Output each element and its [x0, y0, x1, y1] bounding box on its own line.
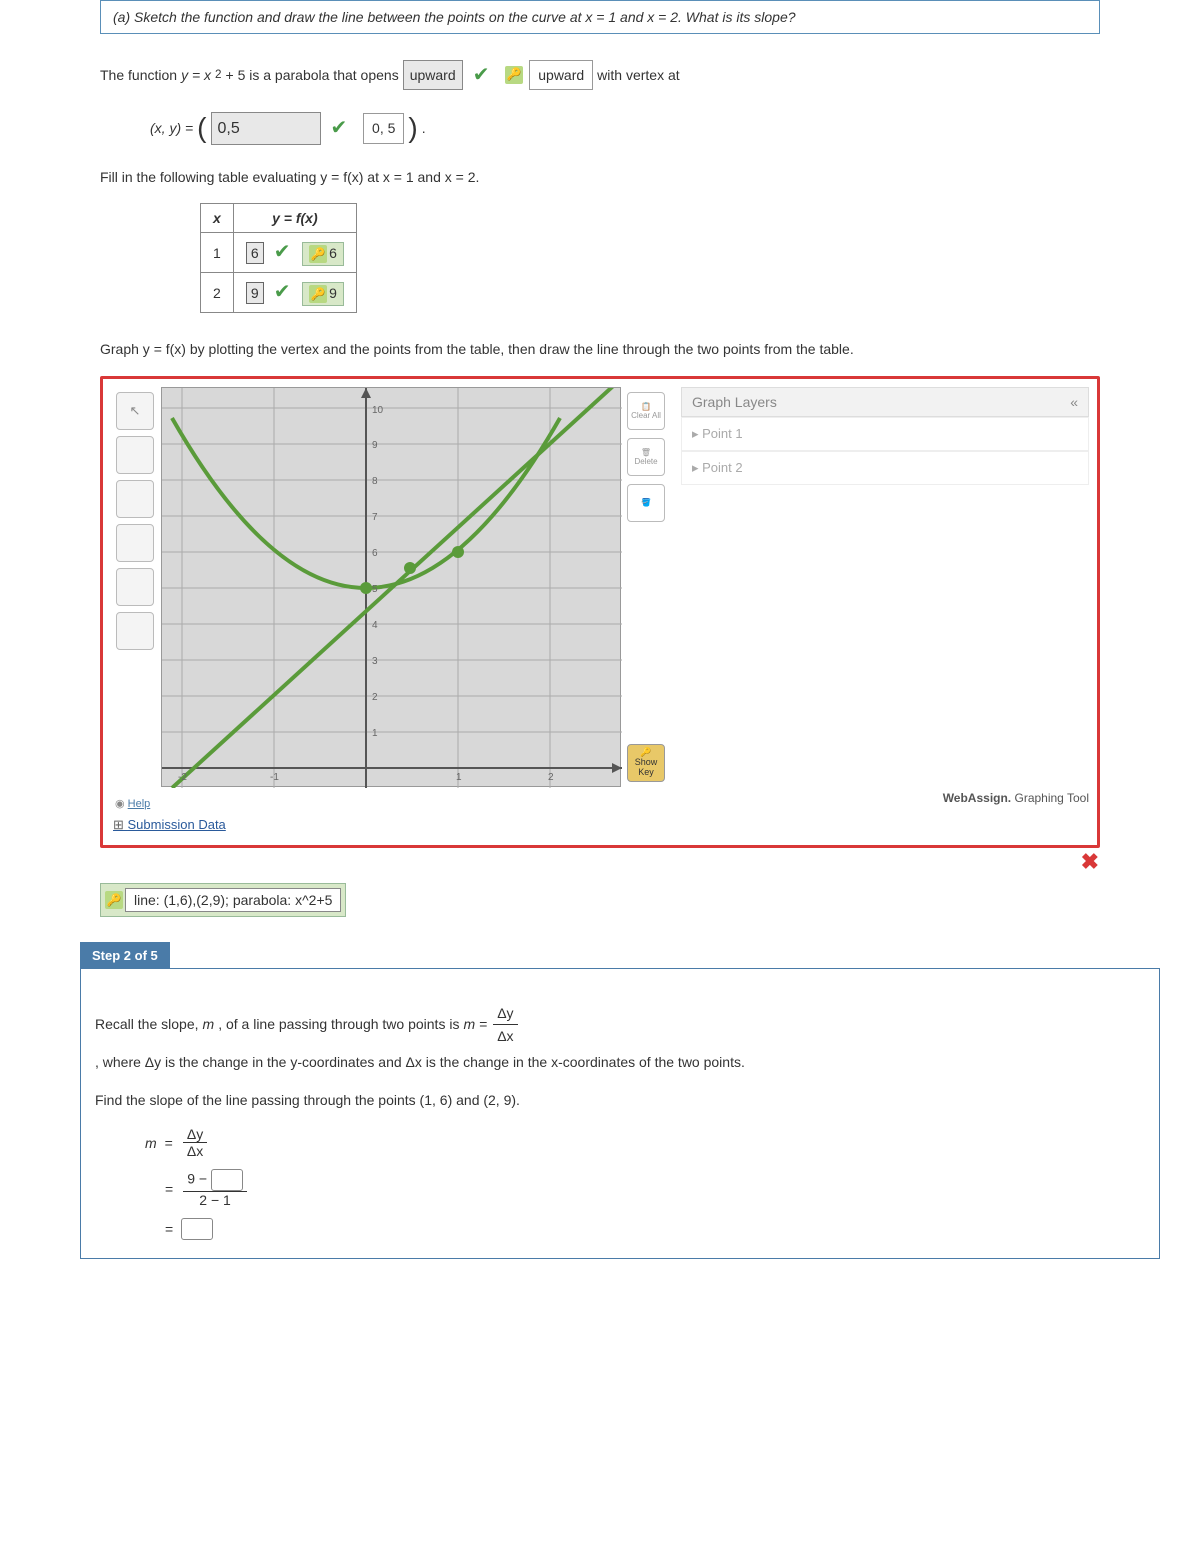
- side-tools: 📋Clear All 🗑Delete 🪣 🔑Show Key: [621, 387, 671, 787]
- svg-text:9: 9: [372, 440, 378, 451]
- th-y: y = f(x): [233, 204, 356, 233]
- graph-answer-text: line: (1,6),(2,9); parabola: x^2+5: [125, 888, 341, 912]
- check-icon: ✔: [274, 239, 291, 264]
- pointer-tool[interactable]: ↖: [116, 392, 154, 430]
- graph-toolbar: ↖: [111, 387, 161, 787]
- table-row: 1 6 ✔ 🔑6: [201, 233, 357, 273]
- svg-text:7: 7: [372, 512, 378, 523]
- key-icon: 🔑: [309, 245, 327, 263]
- step2-line2: Find the slope of the line passing throu…: [95, 1089, 1145, 1111]
- tool-btn[interactable]: [116, 524, 154, 562]
- question-a-text: (a) Sketch the function and draw the lin…: [113, 9, 796, 25]
- layers-header: Graph Layers «: [681, 387, 1089, 417]
- graph-layers-panel: Graph Layers « Point 1 Point 2: [681, 387, 1089, 787]
- svg-text:2: 2: [372, 692, 378, 703]
- slope-eq-2: = 9 − 2 − 1: [145, 1169, 1145, 1208]
- layer-point-2[interactable]: Point 2: [681, 451, 1089, 485]
- svg-text:-1: -1: [270, 772, 279, 783]
- tool-btn[interactable]: [116, 480, 154, 518]
- show-key-button[interactable]: 🔑Show Key: [627, 744, 665, 782]
- collapse-icon[interactable]: «: [1070, 394, 1078, 410]
- vertex-input[interactable]: 0,5: [211, 112, 321, 146]
- step-header: Step 2 of 5: [80, 942, 170, 969]
- layer-point-1[interactable]: Point 1: [681, 417, 1089, 451]
- key-icon: 🔑: [309, 285, 327, 303]
- graph-canvas[interactable]: 10 9 8 7 6 5 4 3 2 1 -2 -1 1 2: [161, 387, 621, 787]
- svg-text:1: 1: [456, 772, 462, 783]
- svg-text:4: 4: [372, 620, 378, 631]
- func-sq: 2: [215, 66, 221, 85]
- cell-answer-2: 🔑9: [302, 282, 344, 306]
- vertex-end: .: [422, 117, 426, 139]
- key-icon: 🔑: [505, 66, 523, 84]
- tool-btn[interactable]: [116, 612, 154, 650]
- svg-text:10: 10: [372, 405, 384, 416]
- graph-answer-row: 🔑 line: (1,6),(2,9); parabola: x^2+5: [100, 883, 1100, 917]
- svg-text:5: 5: [372, 584, 378, 595]
- fill-table-text: Fill in the following table evaluating y…: [100, 166, 1100, 188]
- check-icon: ✔: [331, 112, 348, 144]
- check-icon: ✔: [473, 59, 490, 91]
- direction-answer: upward: [529, 60, 593, 90]
- table-row: 2 9 ✔ 🔑9: [201, 273, 357, 313]
- eval-table: x y = f(x) 1 6 ✔ 🔑6 2 9 ✔ 🔑9: [200, 203, 357, 313]
- svg-text:1: 1: [372, 728, 378, 739]
- svg-text:6: 6: [372, 548, 378, 559]
- func-pre: The function: [100, 64, 177, 86]
- check-icon: ✔: [274, 279, 291, 304]
- graph-svg: 10 9 8 7 6 5 4 3 2 1 -2 -1 1 2: [162, 388, 622, 788]
- graph-footer: WebAssign. Graphing Tool: [111, 787, 1089, 805]
- submission-data-link[interactable]: Submission Data: [113, 817, 226, 833]
- svg-text:2: 2: [548, 772, 554, 783]
- tool-btn[interactable]: [116, 568, 154, 606]
- vertex-label: (x, y) =: [150, 117, 193, 139]
- cell-input-1[interactable]: 6: [246, 242, 264, 264]
- svg-text:-2: -2: [178, 772, 187, 783]
- delete-button[interactable]: 🗑Delete: [627, 438, 665, 476]
- svg-text:3: 3: [372, 656, 378, 667]
- clear-all-button[interactable]: 📋Clear All: [627, 392, 665, 430]
- th-x: x: [201, 204, 234, 233]
- tool-btn[interactable]: [116, 436, 154, 474]
- cell-x1: 1: [201, 233, 234, 273]
- svg-text:8: 8: [372, 476, 378, 487]
- cell-x2: 2: [201, 273, 234, 313]
- slope-eq-1: m = ΔyΔx: [145, 1126, 1145, 1159]
- step-2-box: Recall the slope, m , of a line passing …: [80, 968, 1160, 1260]
- key-icon: 🔑: [105, 891, 123, 909]
- incorrect-icon: ✖: [1081, 849, 1099, 875]
- slope-eq-3: =: [145, 1218, 1145, 1240]
- vertex-line: (x, y) = ( 0,5 ✔ 0, 5 ) .: [150, 106, 1100, 151]
- vertex-text: with vertex at: [597, 64, 679, 86]
- cell-answer-1: 🔑6: [302, 242, 344, 266]
- graph-instruction: Graph y = f(x) by plotting the vertex an…: [100, 338, 1100, 360]
- slope-result-input[interactable]: [181, 1218, 213, 1240]
- fill-button[interactable]: 🪣: [627, 484, 665, 522]
- function-line: The function y = x2 + 5 is a parabola th…: [100, 59, 1100, 91]
- question-a-box: (a) Sketch the function and draw the lin…: [100, 0, 1100, 34]
- graph-outer: ↖: [100, 376, 1100, 848]
- help-link[interactable]: Help: [115, 797, 150, 810]
- vertex-answer: 0, 5: [363, 113, 404, 143]
- func-eq: y = x: [181, 64, 211, 86]
- func-post: + 5 is a parabola that opens: [226, 64, 399, 86]
- cell-input-2[interactable]: 9: [246, 282, 264, 304]
- slope-numerator-input[interactable]: [211, 1169, 243, 1191]
- step2-line1: Recall the slope, m , of a line passing …: [95, 1002, 1145, 1074]
- direction-input[interactable]: upward: [403, 60, 463, 90]
